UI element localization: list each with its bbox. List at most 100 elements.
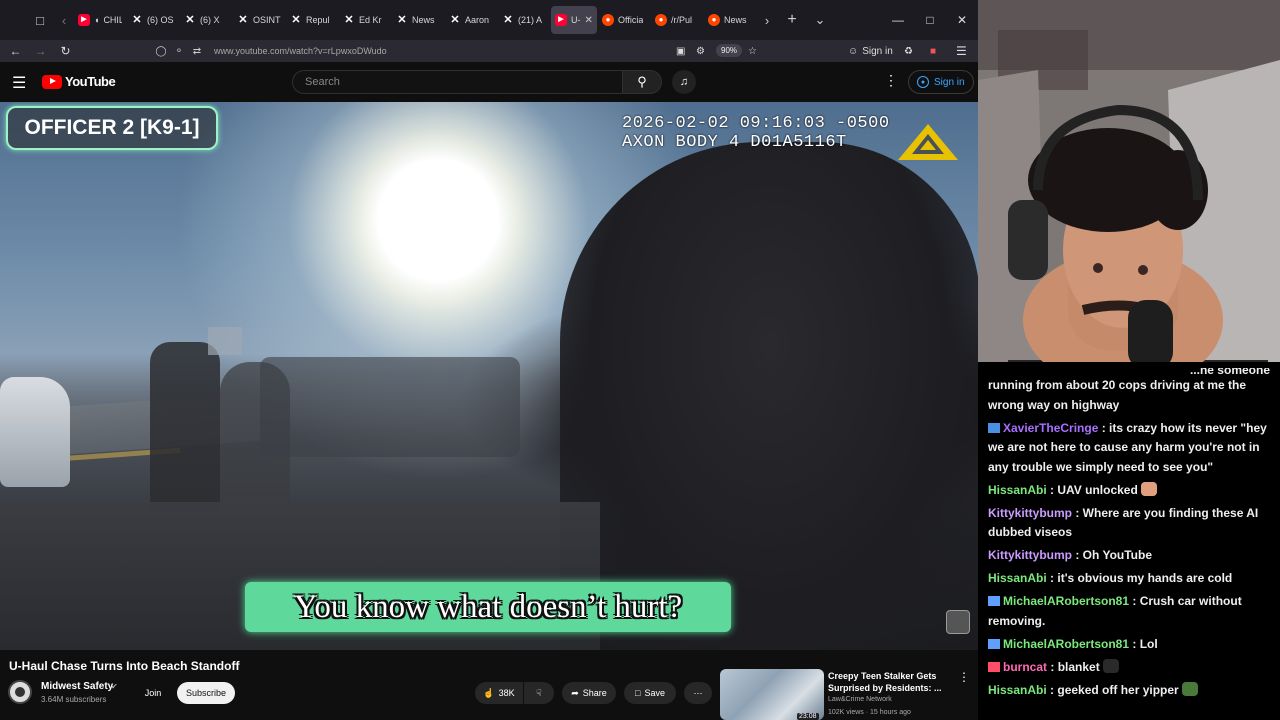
voice-search-button[interactable]: ♫ [672,70,696,94]
chat-separator: : [1072,505,1083,520]
x-favicon-icon: ✕ [344,14,354,26]
browser-signin[interactable]: ☺ Sign in [848,40,893,62]
video-title: U-Haul Chase Turns Into Beach Standoff [9,659,240,673]
tab-scroll-left-icon[interactable]: ‹ [54,6,74,34]
url-text[interactable]: www.youtube.com/watch?v=rLpwxoDWudo [214,46,387,56]
browser-tab[interactable]: ✕ OSINT [233,6,285,34]
chat-username[interactable]: HissanAbi [988,683,1047,697]
chat-username[interactable]: HissanAbi [988,483,1047,497]
browser-tab[interactable]: ✕ Repul [286,6,338,34]
browser-tab[interactable]: ▶ U- ✕ [551,6,597,34]
bodycam-timestamp: 2026-02-02 09:16:03 -0500 AXON BODY 4 D0… [622,114,890,152]
like-button[interactable]: ☝ 38K [475,682,523,704]
chat-username[interactable]: Kittykittybump [988,548,1072,562]
youtube-logo[interactable]: YouTube [42,74,116,89]
chat-text: Oh YouTube [1082,548,1152,562]
browser-tab[interactable]: ● Officia [598,6,650,34]
extension-badge-icon[interactable]: ■ [930,40,936,62]
chat-username[interactable]: HissanAbi [988,571,1047,585]
join-button[interactable]: Join [141,682,165,704]
browser-tab[interactable]: ● /r/Pul [651,6,703,34]
app-menu-icon[interactable]: ☰ [956,40,967,62]
search-input[interactable] [292,70,622,94]
chat-username[interactable]: MichaelARobertson81 [1003,594,1129,608]
browser-tab[interactable]: ✕ (21) A [498,6,550,34]
permissions-icon[interactable]: ⇄ [188,46,206,57]
tab-label: U- [571,15,581,25]
shield-icon[interactable]: ◯ [152,46,170,57]
minimize-icon[interactable]: — [882,0,914,40]
subscribe-button[interactable]: Subscribe [177,682,235,704]
tab-list-icon[interactable]: ⌄ [806,6,834,34]
close-window-icon[interactable]: ✕ [946,0,978,40]
chat-message: MichaelARobertson81 : Lol [988,635,1270,655]
channel-name[interactable]: Midwest Safety [41,681,113,692]
chat-text: geeked off her yipper [1057,682,1179,697]
maximize-icon[interactable]: □ [914,0,946,40]
save-page-icon[interactable]: ⚙ [696,40,705,62]
tab-scroll-right-icon[interactable]: › [756,6,778,34]
tab-label: (6) X [200,15,220,25]
related-video-channel[interactable]: Law&Crime Network [828,696,892,703]
tab-label: News [724,15,747,25]
tab-label: Aaron [465,15,490,25]
browser-tab[interactable]: ✕ Ed Kr [339,6,391,34]
lock-icon[interactable]: ⚬ [170,46,188,57]
reload-icon[interactable]: ↻ [53,40,78,62]
channel-avatar[interactable] [8,680,32,704]
related-more-icon[interactable]: ⋮ [958,670,970,684]
youtube-logo-text: YouTube [65,74,116,89]
chat-emote-icon [1102,658,1119,673]
hamburger-menu-icon[interactable]: ☰ [12,73,26,93]
chat-text: Lol [1139,636,1158,651]
zoom-level[interactable]: 90% [716,44,743,57]
bookmark-star-icon[interactable]: ☆ [748,40,757,62]
tab-overview-icon[interactable]: □ [26,6,54,34]
bodycam-timestamp-line2: AXON BODY 4 D01A5116T [622,133,847,152]
extensions-icon[interactable]: ♻ [904,40,913,62]
video-person-left [150,342,220,512]
youtube-play-icon [42,74,62,89]
chat-username[interactable]: MichaelARobertson81 [1003,637,1129,651]
browser-tab[interactable]: ▶ ◖ CHILL [74,6,126,34]
channel-watermark-icon[interactable] [946,610,970,634]
related-video-title[interactable]: Creepy Teen Stalker Gets Surprised by Re… [828,670,948,694]
microphone-icon: ♫ [679,76,689,88]
x-favicon-icon: ✕ [238,14,248,26]
chat-message: ...ne someone running from about 20 cops … [988,368,1270,415]
audio-playing-icon[interactable]: ◖ [94,15,99,25]
browser-tab[interactable]: ● News [704,6,756,34]
browser-tab[interactable]: ✕ Aaron [445,6,497,34]
chat-emote-icon [1140,481,1157,496]
x-favicon-icon: ✕ [450,14,460,26]
youtube-favicon-icon: ▶ [555,14,567,26]
chat-separator: : [1046,682,1058,697]
youtube-favicon-icon: ▶ [78,14,90,26]
search-box: ⚲ [292,70,662,94]
share-arrow-icon: ➦ [571,687,579,698]
chat-username[interactable]: XavierTheCringe [1003,421,1098,435]
tab-label: News [412,15,435,25]
chat-username[interactable]: Kittykittybump [988,506,1072,520]
forward-icon[interactable]: → [28,40,53,62]
browser-tab[interactable]: ✕ (6) X [180,6,232,34]
share-button[interactable]: ➦ Share [562,682,616,704]
tab-label: Repul [306,15,330,25]
browser-tab[interactable]: ✕ (6) OS [127,6,179,34]
reader-view-icon[interactable]: ▣ [676,40,685,62]
dislike-button[interactable]: ☟ [524,682,554,704]
video-truck-center [260,357,520,457]
save-button[interactable]: □ Save [624,682,676,704]
search-button[interactable]: ⚲ [622,70,662,94]
chat-text: running from about 20 cops driving at me… [988,378,1247,412]
chat-username[interactable]: burncat [1003,660,1047,674]
more-actions-button[interactable]: ⋯ [684,682,712,704]
chat-message: Kittykittybump : Oh YouTube [988,546,1270,566]
video-player[interactable]: OFFICER 2 [K9-1] 2026-02-02 09:16:03 -05… [0,102,978,650]
youtube-signin-button[interactable]: ● Sign in [908,70,974,94]
back-icon[interactable]: ← [3,40,28,62]
new-tab-icon[interactable]: + [778,6,806,34]
more-options-icon[interactable]: ⋮ [884,72,898,89]
browser-tab[interactable]: ✕ News [392,6,444,34]
close-tab-icon[interactable]: ✕ [585,15,593,26]
